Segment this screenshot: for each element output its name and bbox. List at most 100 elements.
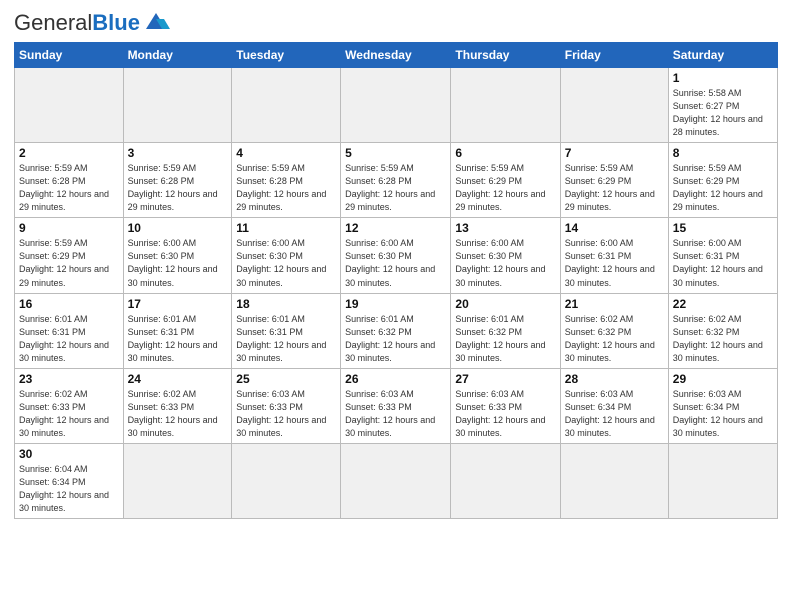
calendar-cell: 3 Sunrise: 5:59 AMSunset: 6:28 PMDaylight… bbox=[123, 143, 232, 218]
day-info: Sunrise: 5:59 AMSunset: 6:28 PMDaylight:… bbox=[19, 162, 119, 214]
calendar-cell bbox=[560, 68, 668, 143]
logo-general: General bbox=[14, 10, 92, 35]
day-info: Sunrise: 6:02 AMSunset: 6:32 PMDaylight:… bbox=[673, 313, 773, 365]
day-info: Sunrise: 6:03 AMSunset: 6:34 PMDaylight:… bbox=[673, 388, 773, 440]
header: GeneralBlue bbox=[14, 10, 778, 36]
week-row-3: 9Sunrise: 5:59 AMSunset: 6:29 PMDaylight… bbox=[15, 218, 778, 293]
calendar-cell: 27 Sunrise: 6:03 AMSunset: 6:33 PMDayligh… bbox=[451, 368, 560, 443]
weekday-wednesday: Wednesday bbox=[341, 43, 451, 68]
day-info: Sunrise: 6:00 AMSunset: 6:31 PMDaylight:… bbox=[565, 237, 664, 289]
day-info: Sunrise: 5:59 AMSunset: 6:28 PMDaylight:… bbox=[128, 162, 228, 214]
week-row-2: 2 Sunrise: 5:59 AMSunset: 6:28 PMDaylight… bbox=[15, 143, 778, 218]
day-info: Sunrise: 5:59 AMSunset: 6:29 PMDaylight:… bbox=[19, 237, 119, 289]
day-number: 23 bbox=[19, 372, 119, 386]
day-info: Sunrise: 6:03 AMSunset: 6:33 PMDaylight:… bbox=[236, 388, 336, 440]
calendar-cell: 22 Sunrise: 6:02 AMSunset: 6:32 PMDayligh… bbox=[668, 293, 777, 368]
day-info: Sunrise: 5:59 AMSunset: 6:29 PMDaylight:… bbox=[673, 162, 773, 214]
calendar-cell: 14 Sunrise: 6:00 AMSunset: 6:31 PMDayligh… bbox=[560, 218, 668, 293]
day-info: Sunrise: 6:00 AMSunset: 6:30 PMDaylight:… bbox=[345, 237, 446, 289]
calendar-cell: 4Sunrise: 5:59 AMSunset: 6:28 PMDaylight… bbox=[232, 143, 341, 218]
day-info: Sunrise: 6:03 AMSunset: 6:34 PMDaylight:… bbox=[565, 388, 664, 440]
week-row-5: 23 Sunrise: 6:02 AMSunset: 6:33 PMDayligh… bbox=[15, 368, 778, 443]
day-number: 29 bbox=[673, 372, 773, 386]
calendar-cell: 1Sunrise: 5:58 AMSunset: 6:27 PMDaylight… bbox=[668, 68, 777, 143]
calendar-cell: 2 Sunrise: 5:59 AMSunset: 6:28 PMDaylight… bbox=[15, 143, 124, 218]
day-number: 5 bbox=[345, 146, 446, 160]
logo: GeneralBlue bbox=[14, 10, 170, 36]
day-number: 27 bbox=[455, 372, 555, 386]
calendar: SundayMondayTuesdayWednesdayThursdayFrid… bbox=[14, 42, 778, 519]
day-info: Sunrise: 6:04 AMSunset: 6:34 PMDaylight:… bbox=[19, 463, 119, 515]
day-number: 16 bbox=[19, 297, 119, 311]
day-number: 14 bbox=[565, 221, 664, 235]
calendar-cell bbox=[451, 443, 560, 518]
calendar-cell: 8 Sunrise: 5:59 AMSunset: 6:29 PMDaylight… bbox=[668, 143, 777, 218]
day-info: Sunrise: 6:00 AMSunset: 6:30 PMDaylight:… bbox=[455, 237, 555, 289]
day-info: Sunrise: 5:59 AMSunset: 6:29 PMDaylight:… bbox=[455, 162, 555, 214]
calendar-cell: 7Sunrise: 5:59 AMSunset: 6:29 PMDaylight… bbox=[560, 143, 668, 218]
calendar-cell: 19 Sunrise: 6:01 AMSunset: 6:32 PMDayligh… bbox=[341, 293, 451, 368]
day-number: 6 bbox=[455, 146, 555, 160]
calendar-cell: 17Sunrise: 6:01 AMSunset: 6:31 PMDayligh… bbox=[123, 293, 232, 368]
day-info: Sunrise: 6:02 AMSunset: 6:32 PMDaylight:… bbox=[565, 313, 664, 365]
weekday-friday: Friday bbox=[560, 43, 668, 68]
page: GeneralBlue SundayMondayTuesdayWednesday… bbox=[0, 0, 792, 612]
day-number: 12 bbox=[345, 221, 446, 235]
day-info: Sunrise: 6:01 AMSunset: 6:31 PMDaylight:… bbox=[19, 313, 119, 365]
weekday-thursday: Thursday bbox=[451, 43, 560, 68]
day-number: 11 bbox=[236, 221, 336, 235]
day-number: 24 bbox=[128, 372, 228, 386]
calendar-cell bbox=[15, 68, 124, 143]
calendar-cell: 26Sunrise: 6:03 AMSunset: 6:33 PMDayligh… bbox=[341, 368, 451, 443]
day-number: 21 bbox=[565, 297, 664, 311]
day-number: 28 bbox=[565, 372, 664, 386]
calendar-cell bbox=[451, 68, 560, 143]
logo-text: GeneralBlue bbox=[14, 10, 140, 36]
day-number: 19 bbox=[345, 297, 446, 311]
calendar-cell bbox=[668, 443, 777, 518]
week-row-4: 16 Sunrise: 6:01 AMSunset: 6:31 PMDayligh… bbox=[15, 293, 778, 368]
day-info: Sunrise: 5:59 AMSunset: 6:29 PMDaylight:… bbox=[565, 162, 664, 214]
day-number: 20 bbox=[455, 297, 555, 311]
day-info: Sunrise: 6:02 AMSunset: 6:33 PMDaylight:… bbox=[128, 388, 228, 440]
calendar-cell: 29 Sunrise: 6:03 AMSunset: 6:34 PMDayligh… bbox=[668, 368, 777, 443]
weekday-sunday: Sunday bbox=[15, 43, 124, 68]
day-number: 30 bbox=[19, 447, 119, 461]
calendar-cell bbox=[560, 443, 668, 518]
calendar-cell: 25Sunrise: 6:03 AMSunset: 6:33 PMDayligh… bbox=[232, 368, 341, 443]
day-number: 4 bbox=[236, 146, 336, 160]
weekday-monday: Monday bbox=[123, 43, 232, 68]
calendar-cell: 9Sunrise: 5:59 AMSunset: 6:29 PMDaylight… bbox=[15, 218, 124, 293]
calendar-cell: 11Sunrise: 6:00 AMSunset: 6:30 PMDayligh… bbox=[232, 218, 341, 293]
day-number: 15 bbox=[673, 221, 773, 235]
calendar-cell: 18 Sunrise: 6:01 AMSunset: 6:31 PMDayligh… bbox=[232, 293, 341, 368]
calendar-cell: 23Sunrise: 6:02 AMSunset: 6:33 PMDayligh… bbox=[15, 368, 124, 443]
calendar-cell bbox=[341, 443, 451, 518]
calendar-cell: 21 Sunrise: 6:02 AMSunset: 6:32 PMDayligh… bbox=[560, 293, 668, 368]
day-info: Sunrise: 6:03 AMSunset: 6:33 PMDaylight:… bbox=[345, 388, 446, 440]
day-info: Sunrise: 6:00 AMSunset: 6:31 PMDaylight:… bbox=[673, 237, 773, 289]
day-number: 18 bbox=[236, 297, 336, 311]
day-info: Sunrise: 5:59 AMSunset: 6:28 PMDaylight:… bbox=[345, 162, 446, 214]
logo-blue: Blue bbox=[92, 10, 140, 35]
day-info: Sunrise: 6:03 AMSunset: 6:33 PMDaylight:… bbox=[455, 388, 555, 440]
day-number: 10 bbox=[128, 221, 228, 235]
day-number: 2 bbox=[19, 146, 119, 160]
day-number: 22 bbox=[673, 297, 773, 311]
calendar-cell: 16 Sunrise: 6:01 AMSunset: 6:31 PMDayligh… bbox=[15, 293, 124, 368]
calendar-cell: 28 Sunrise: 6:03 AMSunset: 6:34 PMDayligh… bbox=[560, 368, 668, 443]
day-number: 8 bbox=[673, 146, 773, 160]
day-info: Sunrise: 6:01 AMSunset: 6:31 PMDaylight:… bbox=[128, 313, 228, 365]
week-row-6: 30 Sunrise: 6:04 AMSunset: 6:34 PMDayligh… bbox=[15, 443, 778, 518]
calendar-cell: 5 Sunrise: 5:59 AMSunset: 6:28 PMDaylight… bbox=[341, 143, 451, 218]
week-row-1: 1Sunrise: 5:58 AMSunset: 6:27 PMDaylight… bbox=[15, 68, 778, 143]
day-info: Sunrise: 6:01 AMSunset: 6:32 PMDaylight:… bbox=[345, 313, 446, 365]
calendar-cell: 15 Sunrise: 6:00 AMSunset: 6:31 PMDayligh… bbox=[668, 218, 777, 293]
day-number: 3 bbox=[128, 146, 228, 160]
calendar-cell: 30 Sunrise: 6:04 AMSunset: 6:34 PMDayligh… bbox=[15, 443, 124, 518]
day-info: Sunrise: 5:58 AMSunset: 6:27 PMDaylight:… bbox=[673, 87, 773, 139]
day-info: Sunrise: 6:01 AMSunset: 6:32 PMDaylight:… bbox=[455, 313, 555, 365]
calendar-cell bbox=[123, 443, 232, 518]
day-info: Sunrise: 6:01 AMSunset: 6:31 PMDaylight:… bbox=[236, 313, 336, 365]
calendar-cell: 24 Sunrise: 6:02 AMSunset: 6:33 PMDayligh… bbox=[123, 368, 232, 443]
